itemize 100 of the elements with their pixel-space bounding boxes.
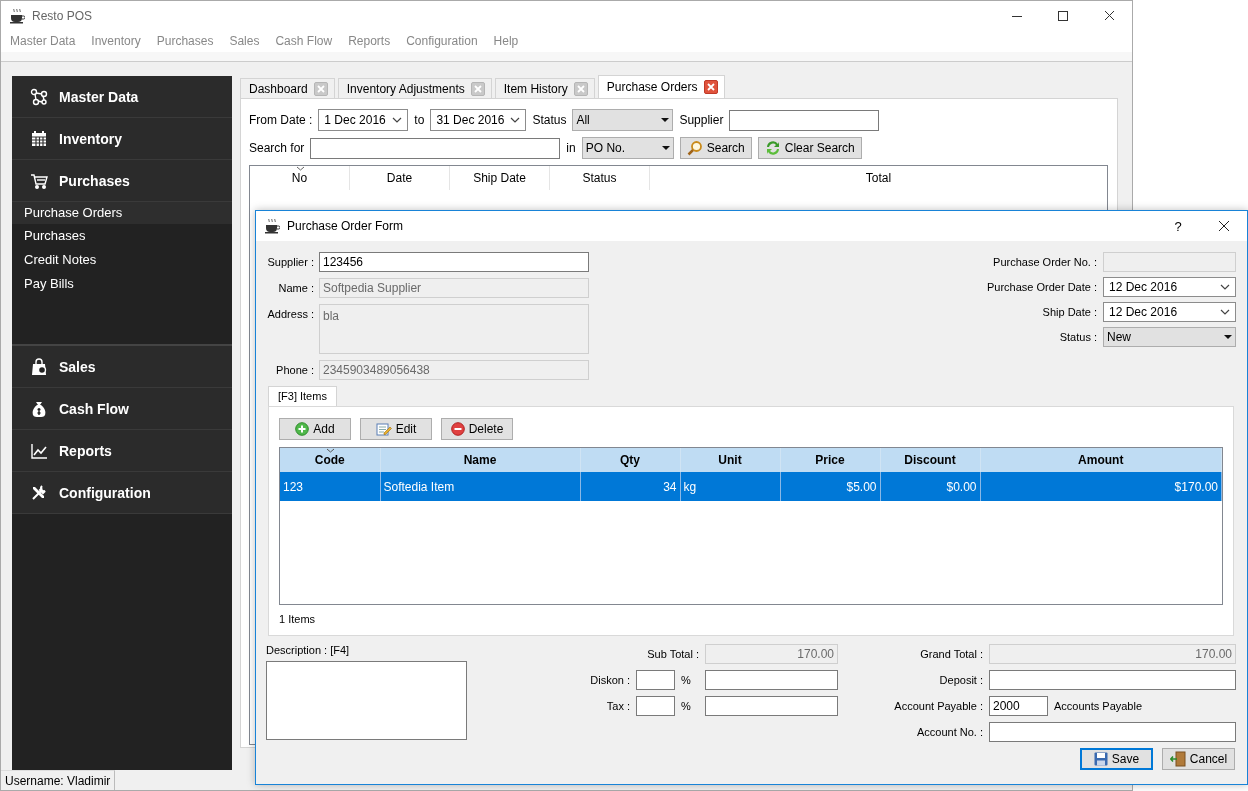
percent-field[interactable] <box>636 696 675 716</box>
tab[interactable]: Item History <box>494 78 595 98</box>
input-field[interactable] <box>705 670 838 690</box>
caret-icon <box>1224 335 1232 339</box>
input-field[interactable]: 170.00 <box>989 644 1236 664</box>
date-field[interactable]: 31 Dec 2016 <box>430 109 527 131</box>
sort-indicator-icon <box>295 166 305 171</box>
plus-circle-icon <box>295 422 310 436</box>
sidebar-item[interactable]: Credit Notes <box>12 248 232 272</box>
menu-item[interactable]: Cash Flow <box>267 34 341 48</box>
menu-item[interactable]: Purchases <box>148 34 222 48</box>
field-label: Description : [F4] <box>266 644 351 656</box>
input-field[interactable]: 123456 <box>319 252 589 272</box>
tab[interactable]: Dashboard <box>240 78 335 98</box>
column-header[interactable]: Amount <box>980 448 1222 472</box>
close-icon <box>1103 10 1115 21</box>
table-cell: $170.00 <box>980 472 1222 501</box>
tab[interactable]: Inventory Adjustments <box>337 78 492 98</box>
field-label: Tax : <box>606 700 630 712</box>
field-label: Grand Total : <box>919 648 983 660</box>
table-cell: $5.00 <box>780 472 880 501</box>
search-field[interactable] <box>310 137 561 159</box>
field-label: Search for <box>249 141 305 155</box>
menu-item[interactable]: Master Data <box>2 34 84 48</box>
delete-button[interactable]: Delete <box>441 418 513 440</box>
sidebar-item[interactable]: Purchases <box>12 224 232 248</box>
table-cell: 34 <box>580 472 680 501</box>
field-label: Phone : <box>275 363 314 378</box>
input-field[interactable] <box>989 722 1236 742</box>
field-label: Deposit : <box>938 674 983 686</box>
column-header[interactable]: Total <box>650 166 1107 190</box>
description-field[interactable] <box>266 661 467 740</box>
sidebar-section[interactable]: Reports <box>12 430 232 472</box>
field-label: Account Payable : <box>893 700 983 712</box>
sidebar-section[interactable]: Configuration <box>12 472 232 514</box>
date-field[interactable]: 12 Dec 2016 <box>1103 302 1236 322</box>
percent-field[interactable] <box>636 670 675 690</box>
date-field[interactable]: 1 Dec 2016 <box>318 109 409 131</box>
sidebar-item[interactable]: Purchase Orders <box>12 202 232 224</box>
caret-icon <box>661 146 670 150</box>
search-in-dropdown[interactable]: PO No. <box>581 137 674 159</box>
sidebar-section[interactable]: Purchases <box>12 160 232 202</box>
field-label: Account No. : <box>915 726 983 738</box>
input-field[interactable]: 170.00 <box>705 644 838 664</box>
menu-item[interactable]: Reports <box>340 34 399 48</box>
column-header[interactable]: Price <box>780 448 880 472</box>
percent-sign: % <box>681 674 692 686</box>
minus-circle-icon <box>450 422 465 436</box>
menu-item[interactable]: Help <box>485 34 527 48</box>
input-field[interactable] <box>989 670 1236 690</box>
status-dropdown[interactable]: All <box>572 109 674 131</box>
input-field[interactable]: 2000 <box>989 696 1048 716</box>
sidebar-section[interactable]: Master Data <box>12 76 232 118</box>
magnifier-icon <box>686 140 703 156</box>
percent-sign: % <box>681 700 692 712</box>
tab[interactable]: Purchase Orders <box>597 75 725 98</box>
field-label: Supplier : <box>266 255 314 270</box>
sidebar-section[interactable]: Cash Flow <box>12 388 232 430</box>
close-tab-icon <box>703 80 718 94</box>
add-button[interactable]: Add <box>279 418 351 440</box>
sidebar-item[interactable]: Pay Bills <box>12 272 232 296</box>
close-tab-icon <box>573 81 588 96</box>
edit-button[interactable]: Edit <box>360 418 432 440</box>
sidebar-section[interactable]: Inventory <box>12 118 232 160</box>
clear-search-button[interactable]: Clear Search <box>757 137 862 159</box>
line-chart-icon <box>30 441 48 460</box>
cancel-button[interactable]: Cancel <box>1162 748 1235 770</box>
table-row[interactable]: 123 Softedia Item 34 kg $5.00 $0.00 $170.00 <box>280 472 1222 501</box>
date-field[interactable]: 12 Dec 2016 <box>1103 277 1236 297</box>
column-header[interactable]: Ship Date <box>450 166 550 190</box>
input-field[interactable] <box>705 696 838 716</box>
field-label: Purchase Order No. : <box>993 256 1097 268</box>
sidebar-section[interactable]: Sales <box>12 346 232 388</box>
caret-icon <box>661 118 670 122</box>
column-header[interactable]: Date <box>350 166 450 190</box>
tab[interactable]: [F3] Items <box>268 386 337 406</box>
field-label: Status <box>532 113 567 127</box>
column-header[interactable]: Discount <box>880 448 980 472</box>
chevron-down-icon <box>1220 309 1230 315</box>
field-label: From Date : <box>249 113 313 127</box>
column-header[interactable]: Status <box>550 166 650 190</box>
field-label: Diskon : <box>590 674 630 686</box>
column-header[interactable]: No <box>250 166 350 190</box>
input-field[interactable] <box>729 109 880 131</box>
menu-item[interactable]: Inventory <box>83 34 149 48</box>
column-header[interactable]: Code <box>280 448 380 472</box>
menu-item[interactable]: Sales <box>221 34 268 48</box>
refresh-icon <box>764 140 781 156</box>
field-note: Accounts Payable <box>1054 700 1143 712</box>
help-button[interactable]: ? <box>1155 211 1201 241</box>
field-label: Supplier <box>679 113 724 127</box>
column-header[interactable]: Qty <box>580 448 680 472</box>
column-header[interactable]: Name <box>380 448 580 472</box>
search-button[interactable]: Search <box>679 137 752 159</box>
save-button[interactable]: Save <box>1080 748 1153 770</box>
menu-item[interactable]: Configuration <box>398 34 486 48</box>
column-header[interactable]: Unit <box>680 448 780 472</box>
dialog-title: Purchase Order Form <box>287 219 404 233</box>
dropdown[interactable]: New <box>1103 327 1236 347</box>
calendar-icon <box>30 129 48 148</box>
